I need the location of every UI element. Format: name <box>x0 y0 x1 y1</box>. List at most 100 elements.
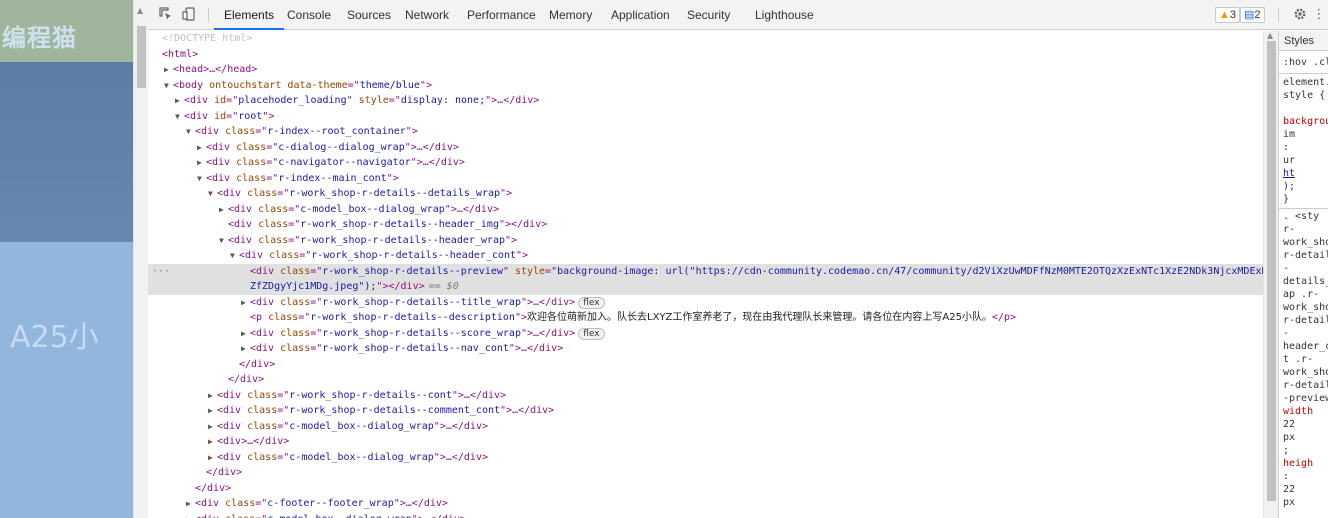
expand-triangle-icon[interactable]: ▶ <box>175 93 184 109</box>
tab-security[interactable]: Security <box>687 0 730 30</box>
attr-name: style <box>514 265 546 277</box>
dom-node[interactable]: ▶ <div id="placehoder_loading" style="dis… <box>148 93 1263 109</box>
dom-node[interactable]: <html> <box>148 47 1263 63</box>
expand-triangle-icon[interactable]: ▶ <box>219 202 228 218</box>
dom-node[interactable]: ▶ <head>…</head> <box>148 62 1263 78</box>
dom-node[interactable]: ▼ <div class="r-work_shop-r-details--deta… <box>148 186 1263 202</box>
gear-icon[interactable] <box>1292 7 1308 23</box>
device-toggle-icon[interactable] <box>181 7 197 23</box>
dom-node[interactable]: ▶ <div class="r-work_shop-r-details--comm… <box>148 403 1263 419</box>
styles-filter-bar[interactable]: :hov .cl <box>1279 52 1328 74</box>
collapse-triangle-icon[interactable]: ▼ <box>219 233 228 249</box>
style-rule-line: heigh <box>1283 458 1314 469</box>
page-scrollbar-thumb[interactable] <box>137 26 146 88</box>
expand-triangle-icon[interactable]: ▶ <box>208 403 217 419</box>
tag-name: <div <box>228 234 253 246</box>
tab-styles[interactable]: Styles <box>1279 31 1328 51</box>
tab-performance[interactable]: Performance <box>467 0 536 30</box>
collapse-triangle-icon[interactable]: ▼ <box>230 248 239 264</box>
tab-sources[interactable]: Sources <box>347 0 391 30</box>
expand-triangle-icon[interactable]: ▶ <box>197 140 206 156</box>
tag-name: <p <box>250 312 263 323</box>
more-icon[interactable]: ⋮ <box>1312 7 1326 23</box>
expand-triangle-icon[interactable]: ▶ <box>186 496 195 512</box>
opening-tag: <html> <box>162 48 199 60</box>
expand-triangle-icon[interactable]: ▶ <box>208 388 217 404</box>
expand-triangle-icon[interactable]: ▶ <box>197 155 206 171</box>
elements-scrollbar[interactable]: ▲ <box>1263 31 1278 518</box>
dom-node[interactable]: ▶ <div>…</div> <box>148 434 1263 450</box>
scroll-up-icon[interactable]: ▲ <box>1267 31 1273 40</box>
expand-triangle-icon[interactable]: ▶ <box>208 450 217 466</box>
dom-node[interactable]: ▶ <div class="c-dialog--dialog_wrap">…</d… <box>148 140 1263 156</box>
dom-node-selected[interactable]: ··· ZfZDgyYjc1MDg.jpeg");"></div> == $0 <di… <box>148 263 1263 295</box>
elements-dom-tree[interactable]: <!DOCTYPE html> <html> ▶ <head>…</head> ▼ <bo… <box>148 31 1263 518</box>
page-scrollbar[interactable]: ▲ <box>133 0 148 518</box>
closing-tag: </div> <box>511 219 548 230</box>
expand-triangle-icon[interactable]: ▶ <box>241 326 250 342</box>
dom-node[interactable]: </div> <box>148 465 1263 481</box>
dom-node[interactable]: ▶<div class="c-model_box--dialog_wrap">…… <box>148 450 1263 466</box>
dom-node[interactable]: <p class="r-work_shop-r-details--descrip… <box>148 310 1263 326</box>
doctype-text: <!DOCTYPE html> <box>162 33 253 44</box>
dom-node[interactable]: ▶ <div class="r-work_shop-r-details--scor… <box>148 326 1263 342</box>
collapse-triangle-icon[interactable]: ▼ <box>164 78 173 94</box>
inspect-element-icon[interactable] <box>158 7 174 23</box>
collapse-triangle-icon[interactable]: ▼ <box>175 109 184 125</box>
site-logo[interactable]: 编程猫 <box>2 18 77 53</box>
messages-badge[interactable]: ▤2 <box>1240 7 1265 23</box>
tab-network[interactable]: Network <box>405 0 449 30</box>
scroll-up-icon[interactable]: ▲ <box>137 6 143 15</box>
dom-node[interactable]: ▼ <body ontouchstart data-theme="theme/bl… <box>148 78 1263 94</box>
dom-node[interactable]: </div> <box>148 357 1263 373</box>
expand-triangle-icon[interactable]: ▶ <box>208 434 217 450</box>
attr-name: class <box>236 141 267 153</box>
tab-application[interactable]: Application <box>611 0 670 30</box>
attr-name: class <box>268 312 299 323</box>
dom-node[interactable]: ▶ <div class="r-work_shop-r-details--cont… <box>148 388 1263 404</box>
dom-node[interactable]: ▼ <div id="root"> <box>148 109 1263 125</box>
closing-tag: </div> <box>228 374 265 385</box>
style-rule-line: 22 <box>1283 484 1296 495</box>
collapse-triangle-icon[interactable]: ▼ <box>197 171 206 187</box>
collapse-triangle-icon[interactable]: ▼ <box>186 124 195 140</box>
dom-node[interactable]: </div> <box>148 481 1263 497</box>
dom-node[interactable]: <div class="r-work_shop-r-details--heade… <box>148 217 1263 233</box>
expand-triangle-icon[interactable]: ▶ <box>186 512 195 518</box>
tab-lighthouse[interactable]: Lighthouse <box>755 0 814 30</box>
expand-triangle-icon[interactable]: ▶ <box>241 341 250 357</box>
flex-badge[interactable]: flex <box>578 327 605 340</box>
dom-node[interactable]: <!DOCTYPE html> <box>148 31 1263 47</box>
expand-triangle-icon[interactable]: ▶ <box>208 419 217 435</box>
dom-node[interactable]: ▶ <div class="r-work_shop-r-details--titl… <box>148 295 1263 311</box>
closing-tag: …</div> <box>247 436 290 447</box>
collapse-triangle-icon[interactable]: ▼ <box>208 186 217 202</box>
tab-elements[interactable]: Elements <box>214 0 285 30</box>
tab-console[interactable]: Console <box>287 0 331 30</box>
attr-value: r-index--root_container <box>267 126 406 137</box>
dom-node[interactable]: </div> <box>148 372 1263 388</box>
dom-node[interactable]: ▼ <div class="r-work_shop-r-details--head… <box>148 248 1263 264</box>
closing-tag: …</div> <box>424 514 466 518</box>
dom-node[interactable]: ▶ <div class="r-work_shop-r-details--nav_… <box>148 341 1263 357</box>
style-rule-line[interactable]: ht <box>1283 167 1295 180</box>
dom-node[interactable]: ▼ <div class="r-work_shop-r-details--head… <box>148 233 1263 249</box>
expand-triangle-icon[interactable]: ▶ <box>164 62 173 78</box>
attr-value: r-work_shop-r-details--header_wrap <box>300 234 505 246</box>
dom-node[interactable]: ▼ <div class="r-index--main_cont"> <box>148 171 1263 187</box>
tab-memory[interactable]: Memory <box>549 0 592 30</box>
expand-triangle-icon[interactable]: ▶ <box>241 295 250 311</box>
dom-node[interactable]: ▶ <div class="c-footer--footer_wrap">…</d… <box>148 496 1263 512</box>
tag-name: <div <box>217 436 242 447</box>
attr-name: id <box>214 110 227 122</box>
warnings-badge[interactable]: ▲3 <box>1215 7 1241 23</box>
dom-node[interactable]: ▶<div class="c-model_box--dialog_wrap">…… <box>148 202 1263 218</box>
elements-scrollbar-thumb[interactable] <box>1267 41 1276 501</box>
dom-node[interactable]: ▶<div class="c-model_box--dialog_wrap">…… <box>148 512 1263 518</box>
attr-name: id <box>214 95 227 106</box>
tag-name: <div <box>195 126 220 137</box>
dom-node[interactable]: ▶ <div class="c-navigator--navigator">…</… <box>148 155 1263 171</box>
flex-badge[interactable]: flex <box>578 296 605 309</box>
dom-node[interactable]: ▼ <div class="r-index--root_container"> <box>148 124 1263 140</box>
dom-node[interactable]: ▶<div class="c-model_box--dialog_wrap">…… <box>148 419 1263 435</box>
